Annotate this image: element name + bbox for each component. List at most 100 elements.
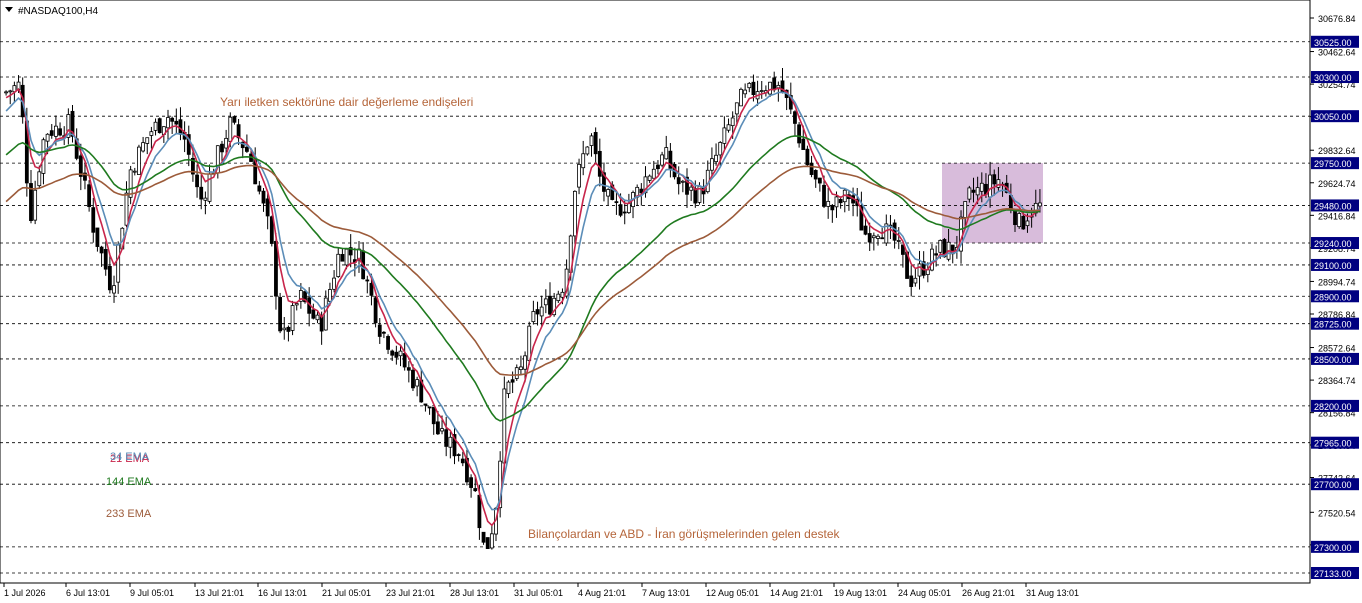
x-tick-label: 6 Jul 13:01 xyxy=(66,588,110,598)
candle-bear xyxy=(373,297,378,324)
candle-bear xyxy=(813,170,818,180)
candle-bear xyxy=(971,189,976,193)
candle-bear xyxy=(311,309,316,319)
level-label: 27300.00 xyxy=(1314,543,1352,553)
candle-bull xyxy=(141,142,145,152)
candle-bear xyxy=(103,249,108,270)
candle-bull xyxy=(988,174,992,198)
level-label: 30525.00 xyxy=(1314,38,1352,48)
candle-bear xyxy=(319,316,324,332)
candle-bear xyxy=(473,488,478,492)
level-label: 29750.00 xyxy=(1314,159,1352,169)
candle-bear xyxy=(597,150,602,177)
candle-bear xyxy=(406,367,411,371)
candle-bear xyxy=(456,454,461,456)
candle-bull xyxy=(747,82,752,89)
candle-bear xyxy=(390,350,395,356)
x-tick-label: 14 Aug 21:01 xyxy=(770,588,823,598)
candle-bull xyxy=(448,436,453,448)
candle-bear xyxy=(909,275,914,287)
candle-bull xyxy=(149,131,154,136)
candle-bull xyxy=(54,125,58,137)
candle-bull xyxy=(502,388,507,464)
x-tick-label: 13 Jul 21:01 xyxy=(195,588,244,598)
y-tick-label: 28364.74 xyxy=(1318,376,1356,386)
level-label: 28725.00 xyxy=(1314,320,1352,330)
candle-bull xyxy=(398,350,403,357)
candle-bull xyxy=(917,263,922,277)
legend-144-ema: 144 EMA xyxy=(106,476,152,488)
candle-bull xyxy=(282,327,287,331)
candle-bear xyxy=(880,237,885,240)
candle-bull xyxy=(871,235,876,239)
candle-bull xyxy=(124,192,129,226)
candle-bull xyxy=(415,379,420,387)
candle-bear xyxy=(863,225,868,235)
candle-bear xyxy=(49,130,54,136)
candle-bear xyxy=(1021,215,1026,230)
candle-bull xyxy=(573,190,577,237)
candle-bear xyxy=(614,201,619,204)
x-tick-label: 21 Jul 05:01 xyxy=(322,588,371,598)
x-tick-label: 7 Aug 13:01 xyxy=(642,588,690,598)
x-tick-label: 26 Aug 21:01 xyxy=(962,588,1015,598)
candle-bear xyxy=(618,204,623,216)
x-tick-label: 19 Aug 13:01 xyxy=(834,588,887,598)
candle-bear xyxy=(199,186,204,200)
candle-bull xyxy=(626,203,631,214)
candle-bull xyxy=(834,196,839,208)
x-tick-label: 28 Jul 13:01 xyxy=(450,588,499,598)
candle-bear xyxy=(676,177,681,185)
candle-bull xyxy=(930,248,934,271)
candle-bear xyxy=(481,531,486,543)
candle-bull xyxy=(759,90,764,92)
candle-bull xyxy=(294,303,299,306)
candle-bear xyxy=(510,379,515,383)
candle-bull xyxy=(527,325,532,361)
candle-bull xyxy=(979,182,984,192)
candle-bull xyxy=(680,180,685,183)
candle-bull xyxy=(290,305,295,331)
candle-bull xyxy=(4,91,8,94)
x-tick-label: 9 Jul 05:01 xyxy=(130,588,174,598)
level-label: 28200.00 xyxy=(1314,402,1352,412)
y-tick-label: 29416.84 xyxy=(1318,211,1356,221)
level-label: 29480.00 xyxy=(1314,201,1352,211)
candle-bull xyxy=(33,189,38,221)
candle-bear xyxy=(157,118,162,134)
candle-bull xyxy=(556,293,561,302)
legend-34-ema: 34 EMA xyxy=(110,451,150,463)
candle-bull xyxy=(45,133,50,142)
candle-bull xyxy=(523,355,527,370)
candle-bull xyxy=(332,277,336,290)
candle-bull xyxy=(145,137,150,144)
legend-233-ema: 233 EMA xyxy=(106,508,152,520)
candle-bull xyxy=(344,248,349,266)
chart-title: #NASDAQ100,H4 xyxy=(18,6,98,17)
candle-bull xyxy=(710,158,714,171)
annotation-top: Yarı iletken sektörüne dair değerleme en… xyxy=(220,95,473,109)
x-tick-label: 31 Jul 05:01 xyxy=(514,588,563,598)
candle-bull xyxy=(315,314,320,321)
candle-bear xyxy=(593,132,598,155)
candle-bull xyxy=(913,277,918,284)
x-tick-label: 1 Jul 2026 xyxy=(4,588,46,598)
level-label: 27133.00 xyxy=(1314,569,1352,579)
price-chart[interactable]: 30676.8430462.6430254.7430046.8429832.64… xyxy=(0,0,1362,603)
candle-bull xyxy=(826,200,831,207)
candle-bear xyxy=(58,128,62,136)
candle-bear xyxy=(751,81,756,95)
y-tick-label: 29624.74 xyxy=(1318,179,1356,189)
level-label: 29240.00 xyxy=(1314,239,1352,249)
candle-bull xyxy=(768,81,772,95)
level-label: 27965.00 xyxy=(1314,439,1352,449)
candle-bear xyxy=(232,116,237,123)
candle-bull xyxy=(734,102,739,115)
candle-bull xyxy=(1038,202,1042,207)
candle-bull xyxy=(776,84,781,89)
candle-bear xyxy=(793,111,797,124)
candle-bear xyxy=(257,185,262,192)
candle-bear xyxy=(867,233,872,243)
x-tick-label: 16 Jul 13:01 xyxy=(258,588,307,598)
candle-bear xyxy=(693,188,698,204)
